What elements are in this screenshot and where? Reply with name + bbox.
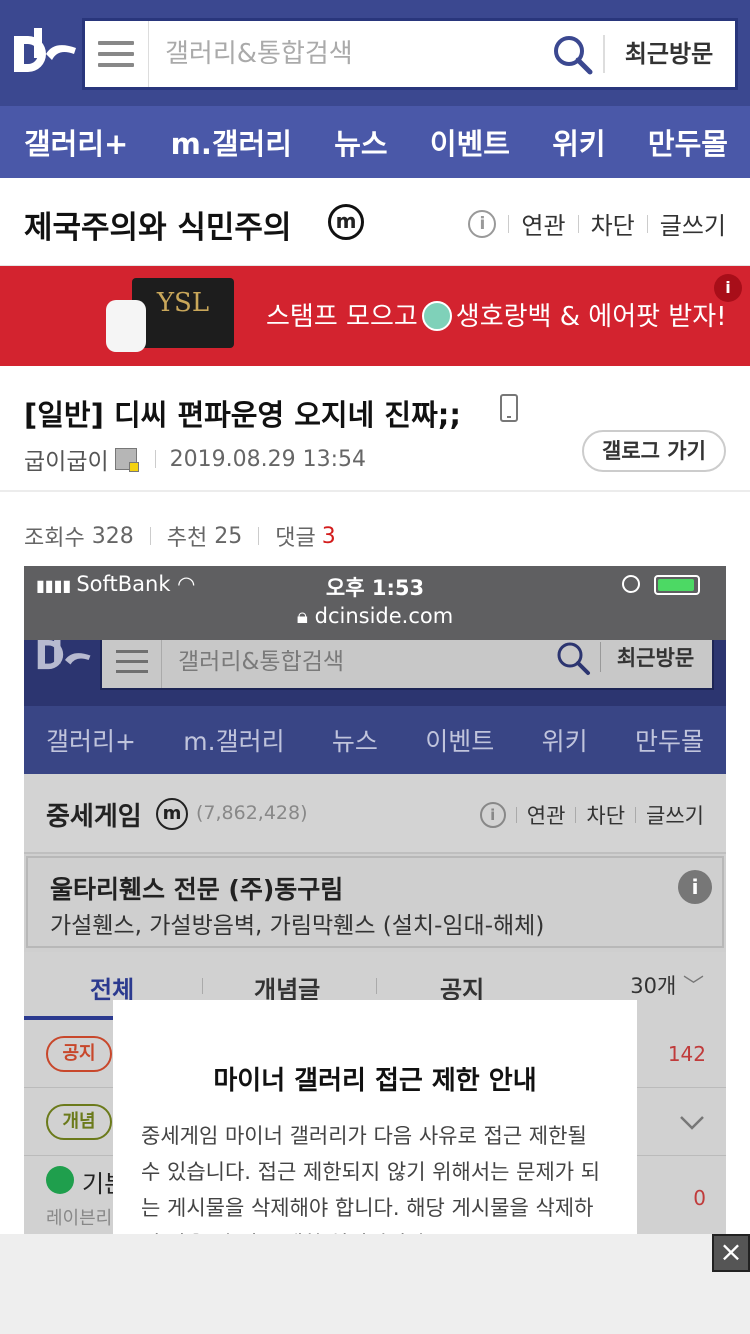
search-input[interactable] <box>165 35 545 73</box>
user-level-icon <box>114 448 139 472</box>
minor-gallery-badge: m <box>328 204 364 240</box>
recent-visit-button[interactable]: 최근방문 <box>603 35 733 73</box>
nav-event[interactable]: 이벤트 <box>430 121 510 163</box>
gallery-tools: i 연관 차단 글쓰기 <box>468 206 726 241</box>
nav-m-gallery[interactable]: m.갤러리 <box>171 121 292 163</box>
embedded-search-box: 갤러리&통합검색 최근방문 <box>100 640 714 690</box>
embedded-search-icon <box>557 642 590 675</box>
embedded-header: 갤러리&통합검색 최근방문 <box>24 640 726 706</box>
embedded-info-icon: i <box>479 802 506 828</box>
views-count: 328 <box>91 523 134 549</box>
nav-mandumall[interactable]: 만두몰 <box>648 121 728 163</box>
notice-comment-count: 142 <box>667 1042 706 1066</box>
post-title: [일반] 디씨 편파운영 오지네 진짜;; <box>24 392 461 434</box>
embedded-modal-title: 마이너 갤러리 접근 제한 안내 <box>213 1066 537 1096</box>
user-avatar-icon <box>46 1166 74 1194</box>
page: 최근방문 갤러리+ m.갤러리 뉴스 이벤트 위키 만두몰 제국주의와 식민주의… <box>0 0 750 1334</box>
embedded-post-comment-count: 0 <box>693 1186 706 1210</box>
gallog-button[interactable]: 갤로그 가기 <box>582 430 726 472</box>
embedded-nav-item: 갤러리+ <box>46 727 136 756</box>
embedded-nav-item: 뉴스 <box>331 727 378 756</box>
likes-label: 추천 <box>166 526 208 551</box>
write-link[interactable]: 글쓰기 <box>660 206 726 241</box>
gallery-title[interactable]: 제국주의와 식민주의 <box>24 202 291 247</box>
dc-logo-icon[interactable] <box>10 24 78 80</box>
embedded-nav-item: m.갤러리 <box>183 727 285 756</box>
embedded-gallery-title: 중세게임 <box>46 802 142 832</box>
airpods-image <box>106 300 146 352</box>
embedded-menu-icon <box>102 640 162 688</box>
embedded-write: 글쓰기 <box>646 804 704 828</box>
mobile-icon <box>500 394 518 422</box>
post-title-text: 디씨 편파운영 오지네 진짜;; <box>113 398 461 432</box>
embedded-ad-subtitle: 가설휀스, 가설방음벽, 가림막휀스 (설치-임대-해체) <box>50 913 545 939</box>
notice-badge: 공지 <box>46 1036 112 1072</box>
bag-image: YSL <box>132 278 234 348</box>
chevron-down-icon: ﹀ <box>683 974 704 998</box>
search-box: 최근방문 <box>82 18 738 90</box>
close-icon[interactable]: × <box>712 1234 750 1272</box>
nav-gallery-plus[interactable]: 갤러리+ <box>24 121 128 163</box>
embedded-recent-label: 최근방문 <box>600 642 710 672</box>
post-header: [일반] 디씨 편파운영 오지네 진짜;; 굽이굽이 2019.08.29 13… <box>0 366 750 492</box>
bottom-ad[interactable]: × <box>0 1234 750 1334</box>
bag-logo: YSL <box>156 288 210 318</box>
menu-button[interactable] <box>85 21 149 87</box>
post-category: [일반] <box>24 398 104 432</box>
top-header: 최근방문 <box>0 0 750 106</box>
ad-banner[interactable]: YSL 스탬프 모으고 생호랑백 & 에어팟 받자! i <box>0 266 750 366</box>
concept-badge: 개념 <box>46 1104 112 1140</box>
block-link[interactable]: 차단 <box>591 206 635 241</box>
ad-text: 스탬프 모으고 생호랑백 & 에어팟 받자! <box>266 300 727 332</box>
post-stats: 조회수 328 추천 25 댓글 3 <box>24 520 336 552</box>
embedded-minor-badge: m <box>156 798 188 830</box>
search-icon[interactable] <box>551 33 595 77</box>
gallery-title-row: 제국주의와 식민주의 m i 연관 차단 글쓰기 <box>0 178 750 266</box>
embedded-ad-info-icon: i <box>678 870 712 904</box>
nav-wiki[interactable]: 위키 <box>552 121 605 163</box>
ad-info-icon[interactable]: i <box>714 274 742 302</box>
comments-count[interactable]: 3 <box>322 524 336 549</box>
embedded-search-placeholder: 갤러리&통합검색 <box>178 649 345 675</box>
post-date: 2019.08.29 13:54 <box>169 446 366 472</box>
embedded-modal-body: 중세게임 마이너 갤러리가 다음 사유로 접근 제한될 수 있습니다. 접근 제… <box>141 1124 601 1234</box>
embedded-member-count: (7,862,428) <box>196 802 308 824</box>
views-label: 조회수 <box>24 526 85 551</box>
status-url: 🔒︎ dcinside.com <box>296 604 454 628</box>
embedded-nav: 갤러리+ m.갤러리 뉴스 이벤트 위키 만두몰 <box>24 706 726 774</box>
embedded-count-select: 30개 ﹀ <box>630 974 704 998</box>
embedded-dc-logo-icon <box>37 640 91 670</box>
lock-icon: 🔒︎ <box>296 604 315 628</box>
embedded-post-author: 레이븐리 <box>46 1208 113 1229</box>
embedded-ad-title: 울타리휀스 전문 (주)동구림 <box>50 875 344 904</box>
embedded-nav-item: 만두몰 <box>634 727 704 756</box>
related-link[interactable]: 연관 <box>521 206 565 241</box>
embedded-nav-item: 이벤트 <box>425 727 495 756</box>
info-icon[interactable]: i <box>468 209 497 238</box>
embedded-gallery-title-row: 중세게임 m (7,862,428) i 연관 차단 글쓰기 <box>24 774 726 854</box>
alarm-icon <box>622 575 640 593</box>
battery-icon <box>654 575 700 595</box>
embedded-screenshot: ▮▮▮▮ SoftBank ◠ 오후 1:53 🔒︎ dcinside.com … <box>24 566 726 1234</box>
coin-icon <box>421 300 452 331</box>
comments-label[interactable]: 댓글 <box>275 520 315 552</box>
embedded-related: 연관 <box>526 804 566 828</box>
main-nav: 갤러리+ m.갤러리 뉴스 이벤트 위키 만두몰 <box>0 106 750 178</box>
author-name[interactable]: 굽이굽이 <box>24 442 109 476</box>
likes-count: 25 <box>214 523 243 549</box>
embedded-ad: 울타리휀스 전문 (주)동구림 가설휀스, 가설방음벽, 가림막휀스 (설치-임… <box>26 856 724 948</box>
chevron-down-icon <box>680 1116 704 1130</box>
embedded-nav-item: 위키 <box>541 727 588 756</box>
post-meta: 굽이굽이 2019.08.29 13:54 <box>24 442 366 476</box>
embedded-block: 차단 <box>586 804 626 828</box>
embedded-status-bar: ▮▮▮▮ SoftBank ◠ 오후 1:53 🔒︎ dcinside.com <box>24 566 726 640</box>
embedded-access-modal: 마이너 갤러리 접근 제한 안내 중세게임 마이너 갤러리가 다음 사유로 접근… <box>113 1000 637 1234</box>
nav-news[interactable]: 뉴스 <box>334 121 387 163</box>
embedded-gallery-tools: i 연관 차단 글쓰기 <box>479 800 704 830</box>
status-time: 오후 1:53 <box>325 576 425 600</box>
